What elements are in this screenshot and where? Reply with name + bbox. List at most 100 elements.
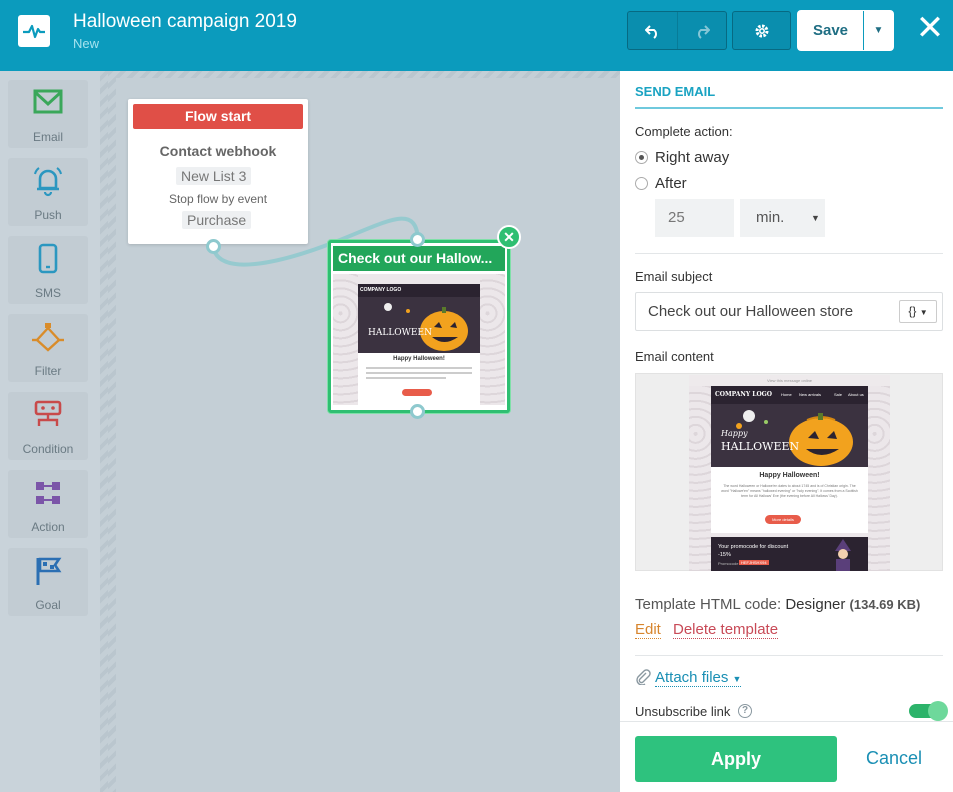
preview-body: Happy Halloween! The word Halloween or H… — [711, 467, 868, 533]
thumb-body: Happy Halloween! — [358, 353, 480, 405]
tool-condition[interactable]: Condition — [8, 392, 88, 460]
preview-nav: COMPANY LOGO Home New arrivals Sale Abou… — [711, 386, 868, 404]
preview-promo-code: HEFJHSHX94 — [739, 560, 769, 565]
tool-label: Push — [34, 208, 62, 222]
tool-email[interactable]: Email — [8, 80, 88, 148]
tool-goal[interactable]: Goal — [8, 548, 88, 616]
preview-logo: COMPANY LOGO — [715, 391, 773, 398]
header-bar: Halloween campaign 2019 New Save ▼ ✕ — [0, 0, 953, 71]
send-email-card[interactable]: Check out our Hallow... COMPANY LOGO HAL… — [328, 240, 510, 413]
complete-action-label: Complete action: — [635, 124, 733, 139]
email-subject-input[interactable]: Check out our Halloween store {} ▼ — [635, 292, 943, 331]
tool-label: Filter — [34, 364, 62, 378]
undo-button[interactable] — [628, 12, 677, 49]
pumpkin-illustration: Happy HALLOWEEN — [720, 410, 853, 466]
thumb-pattern-right — [480, 274, 505, 405]
save-dropdown-button[interactable]: ▼ — [864, 11, 893, 50]
delay-unit-select[interactable]: min. ▼ — [740, 199, 825, 237]
apply-button[interactable]: Apply — [635, 736, 837, 782]
action-icon — [36, 482, 60, 504]
email-output-handle[interactable] — [410, 404, 425, 419]
save-button[interactable]: Save — [798, 11, 864, 50]
close-button[interactable]: ✕ — [914, 9, 946, 47]
trigger-title: Contact webhook — [159, 143, 277, 159]
preview-promo: Your promocode for discount -15% Promoco… — [711, 537, 868, 571]
campaign-status: New — [73, 36, 100, 51]
flow-start-header: Flow start — [133, 104, 303, 129]
close-icon: ✕ — [503, 229, 515, 245]
redo-icon — [698, 24, 710, 39]
preview-nav-item: Home — [781, 392, 792, 397]
preview-pattern-left — [689, 375, 711, 571]
email-subject-label: Email subject — [635, 269, 713, 284]
radio-after[interactable] — [635, 177, 648, 190]
settings-button-group — [732, 11, 791, 50]
insert-variable-button[interactable]: {} ▼ — [899, 300, 937, 323]
radio-right-away-label[interactable]: Right away — [655, 149, 729, 166]
attach-files-label: Attach files — [655, 669, 729, 686]
history-button-group — [627, 11, 727, 50]
tool-sms[interactable]: SMS — [8, 236, 88, 304]
preview-hero: Happy HALLOWEEN — [711, 404, 868, 467]
preview-more-button: More details — [765, 515, 801, 524]
thumb-hero: HALLOWEEN — [358, 297, 480, 353]
preview-nav-item: New arrivals — [799, 392, 822, 397]
edit-template-link[interactable]: Edit — [635, 621, 661, 639]
preview-pattern-right — [868, 375, 890, 571]
paperclip-icon — [636, 669, 651, 685]
redo-button[interactable] — [677, 12, 726, 49]
pumpkin-illustration: HALLOWEEN — [368, 303, 468, 351]
settings-button[interactable] — [733, 12, 790, 49]
tool-label: SMS — [34, 286, 61, 300]
tool-label: Condition — [22, 442, 74, 456]
tool-push[interactable]: Push — [8, 158, 88, 226]
stop-flow-text: Stop flow by event — [168, 192, 268, 206]
pulse-icon — [23, 24, 45, 39]
caret-down-icon: ▼ — [811, 213, 820, 223]
gear-icon — [755, 24, 768, 37]
bell-icon — [34, 167, 62, 197]
thumb-pattern-left — [333, 274, 358, 405]
flow-start-card[interactable]: Flow start Contact webhook New List 3 St… — [128, 99, 308, 244]
cancel-button[interactable]: Cancel — [866, 748, 922, 769]
radio-right-away[interactable] — [635, 151, 648, 164]
svg-text:HALLOWEEN: HALLOWEEN — [368, 328, 432, 338]
email-input-handle[interactable] — [410, 232, 425, 247]
thumb-text-line — [366, 377, 446, 379]
email-content-preview[interactable]: View this message online COMPANY LOGO Ho… — [635, 373, 943, 571]
start-output-handle[interactable] — [206, 239, 221, 254]
email-card-thumbnail: COMPANY LOGO HALLOWEEN Happy Halloween! — [333, 274, 505, 405]
template-size: (134.69 KB) — [849, 597, 921, 612]
help-icon[interactable]: ? — [738, 704, 752, 718]
trigger-list-chip: New List 3 — [176, 167, 252, 185]
event-chip: Purchase — [182, 211, 252, 229]
thumb-nav: COMPANY LOGO — [358, 284, 480, 297]
close-icon: ✕ — [915, 9, 945, 47]
witch-illustration — [835, 539, 851, 571]
app-logo[interactable] — [18, 15, 50, 47]
svg-text:Happy: Happy — [720, 429, 748, 438]
email-card-title: Check out our Hallow... — [333, 246, 505, 271]
tool-action[interactable]: Action — [8, 470, 88, 538]
delay-value-input[interactable]: 25 — [655, 199, 734, 237]
template-name: Designer — [785, 596, 846, 613]
tool-filter[interactable]: Filter — [8, 314, 88, 382]
divider — [635, 253, 943, 254]
phone-icon — [38, 243, 58, 274]
attach-files-link[interactable]: Attach files ▼ — [655, 669, 742, 687]
preview-heading: Happy Halloween! — [759, 472, 820, 479]
radio-after-label[interactable]: After — [655, 175, 687, 192]
thumb-heading: Happy Halloween! — [393, 356, 445, 362]
unsubscribe-label: Unsubscribe link — [635, 704, 731, 719]
settings-panel: SEND EMAIL Complete action: Right away A… — [620, 71, 953, 792]
tool-palette: Email Push SMS Filter Condition Action G… — [0, 71, 100, 792]
delete-template-link[interactable]: Delete template — [673, 621, 779, 639]
campaign-title: Halloween campaign 2019 — [73, 11, 297, 32]
unsubscribe-toggle[interactable] — [909, 701, 948, 721]
thumb-text-line — [366, 372, 472, 374]
tool-label: Action — [31, 520, 65, 534]
remove-node-button[interactable]: ✕ — [497, 225, 521, 249]
svg-text:HALLOWEEN: HALLOWEEN — [721, 440, 800, 453]
caret-down-icon: ▼ — [873, 25, 884, 36]
template-label: Template HTML code: — [635, 596, 782, 613]
